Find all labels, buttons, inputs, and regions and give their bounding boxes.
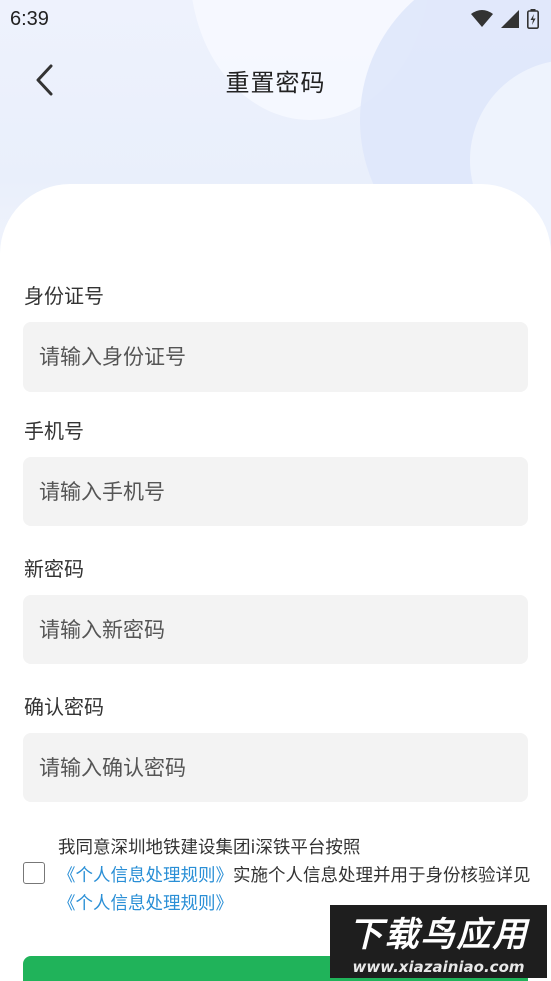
id-card-label: 身份证号: [24, 284, 104, 308]
status-bar: 6:39: [0, 0, 551, 38]
back-button[interactable]: [26, 62, 62, 98]
id-card-input[interactable]: [23, 322, 528, 392]
chevron-left-icon: [36, 64, 53, 96]
cellular-signal-icon: [501, 10, 519, 28]
battery-charging-icon: [527, 9, 539, 29]
privacy-rules-link[interactable]: 《个人信息处理规则》: [58, 866, 233, 886]
confirm-password-label: 确认密码: [24, 695, 104, 719]
navigation-bar: 重置密码: [0, 50, 551, 110]
form-card: 身份证号 手机号 新密码 确认密码 我同意深圳地铁建设集团i深铁平台按照《个人信…: [0, 184, 551, 981]
privacy-rules-link[interactable]: 《个人信息处理规则》: [58, 894, 233, 914]
agreement-checkbox[interactable]: [23, 862, 45, 884]
confirm-password-input[interactable]: [23, 733, 528, 802]
watermark-url: www.xiazainiao.com: [352, 958, 525, 976]
agreement-text-part: 我同意深圳地铁建设集团i深铁平台按照: [58, 838, 361, 858]
watermark-title: 下载鸟应用: [348, 915, 529, 955]
status-icons: [471, 9, 539, 29]
new-password-input[interactable]: [23, 595, 528, 664]
status-time: 6:39: [10, 7, 49, 30]
new-password-label: 新密码: [24, 557, 84, 581]
phone-label: 手机号: [24, 419, 84, 443]
wifi-icon: [471, 10, 493, 27]
watermark-logo: 下载鸟应用 www.xiazainiao.com: [330, 905, 547, 978]
phone-input[interactable]: [23, 457, 528, 526]
agreement-text-part: 实施个人信息处理并用于身份核验详见: [233, 866, 531, 886]
page-title: 重置密码: [225, 68, 326, 97]
